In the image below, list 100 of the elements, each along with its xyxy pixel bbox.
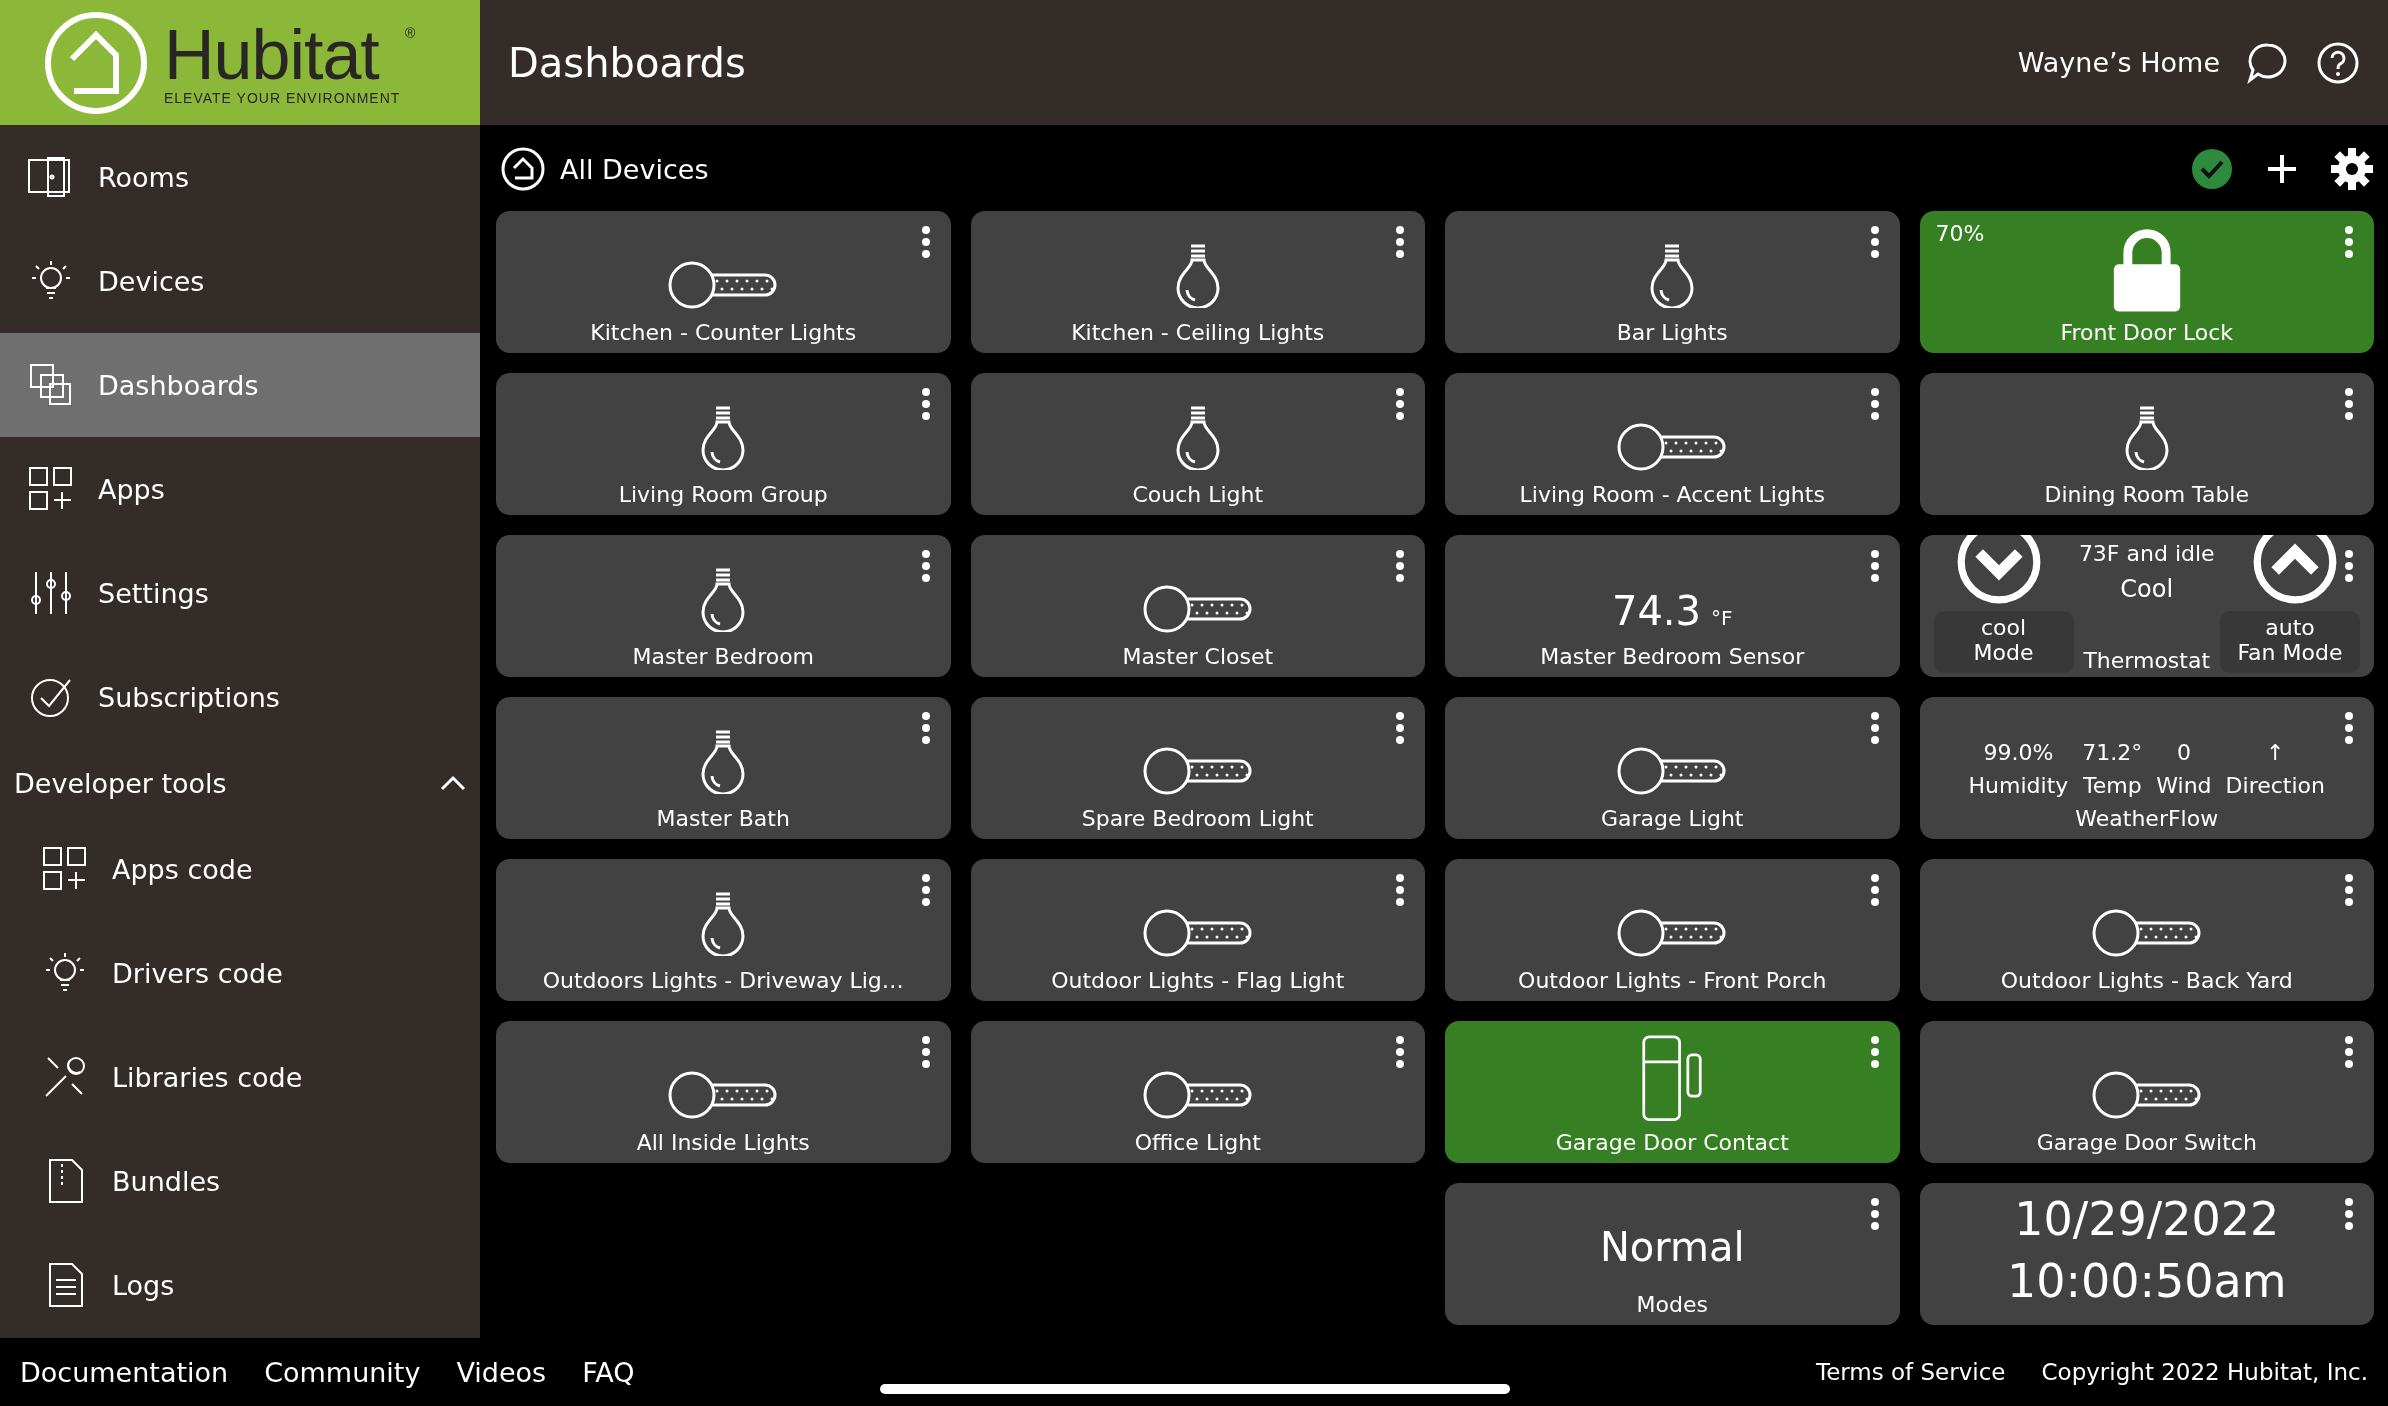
device-tile[interactable]: Garage Door Switch	[1919, 1021, 2374, 1163]
device-tile[interactable]: Spare Bedroom Light	[970, 697, 1425, 839]
time-text: 10:00:50am	[2006, 1254, 2287, 1308]
device-tile[interactable]: Garage Light	[1445, 697, 1900, 839]
tile-label: Office Light	[1134, 1130, 1261, 1155]
reading-value: 0	[2176, 740, 2191, 765]
nav-item[interactable]: Libraries code	[0, 1025, 480, 1129]
device-tile[interactable]: 73F and idle Cool cool Mode Thermostat auto Fan Mode	[1919, 535, 2374, 677]
reading-label: Direction	[2225, 773, 2325, 798]
toggle-icon	[2090, 908, 2203, 958]
nav-item[interactable]: Logs	[0, 1233, 480, 1337]
toggle-icon	[2090, 1070, 2203, 1120]
device-tile[interactable]: 74.3 °F Master Bedroom Sensor	[1445, 535, 1900, 677]
device-tile[interactable]: Living Room - Accent Lights	[1445, 373, 1900, 515]
battery-level: 70%	[1935, 221, 1985, 246]
device-tile[interactable]: Master Bath	[496, 697, 951, 839]
more-icon[interactable]	[1869, 1197, 1880, 1231]
nav-item[interactable]: Settings	[0, 541, 480, 645]
settings-icon[interactable]	[2330, 147, 2374, 191]
copyright-text: Copyright 2022 Hubitat, Inc.	[2041, 1359, 2368, 1385]
nav-item[interactable]: Devices	[0, 229, 480, 333]
device-tile[interactable]: 99.0% Humidity 71.2° Temp 0 Wind ↑ Direction WeatherFlow	[1919, 697, 2374, 839]
more-icon[interactable]	[2344, 549, 2354, 583]
device-tile[interactable]: Garage Door Contact	[1445, 1021, 1900, 1163]
more-icon[interactable]	[1395, 549, 1405, 583]
more-icon[interactable]	[2344, 1035, 2354, 1069]
more-icon[interactable]	[1395, 1035, 1405, 1069]
device-tile[interactable]: Outdoor Lights - Flag Light	[970, 859, 1425, 1001]
toggle-icon	[1141, 1070, 1254, 1120]
device-tile[interactable]: Outdoors Lights - Driveway Lig…	[496, 859, 951, 1001]
more-icon[interactable]	[920, 873, 931, 907]
more-icon[interactable]	[2344, 711, 2354, 745]
tile-label: Outdoor Lights - Back Yard	[2000, 968, 2293, 993]
tile-label: Master Bedroom	[632, 644, 815, 669]
device-tile[interactable]: Living Room Group	[496, 373, 951, 515]
mode-button[interactable]: auto Fan Mode	[2220, 611, 2360, 673]
more-icon[interactable]	[1869, 1035, 1880, 1069]
reading-value: 71.2°	[2082, 740, 2143, 765]
bulb-icon	[700, 890, 747, 956]
home-icon	[500, 146, 546, 192]
nav-item[interactable]: Apps	[0, 437, 480, 541]
more-icon[interactable]	[920, 387, 931, 421]
more-icon[interactable]	[2344, 1197, 2354, 1231]
more-icon[interactable]	[1869, 549, 1880, 583]
logo-tagline: ELEVATE YOUR ENVIRONMENT	[164, 89, 401, 106]
more-icon[interactable]	[1869, 387, 1880, 421]
more-icon[interactable]	[2344, 387, 2354, 421]
device-tile[interactable]: Dining Room Table	[1919, 373, 2374, 515]
device-tile[interactable]: Outdoor Lights - Back Yard	[1919, 859, 2374, 1001]
device-tile[interactable]: 10/29/2022 10:00:50am	[1919, 1183, 2374, 1325]
nav-item[interactable]: Apps code	[0, 817, 480, 921]
more-icon[interactable]	[1395, 225, 1405, 259]
device-tile[interactable]: 70% Front Door Lock	[1919, 211, 2374, 353]
more-icon[interactable]	[920, 225, 931, 259]
more-icon[interactable]	[920, 549, 931, 583]
device-tile[interactable]: Master Bedroom	[496, 535, 951, 677]
mode-button[interactable]: cool Mode	[1933, 611, 2074, 673]
nav-item[interactable]: Dashboards	[0, 333, 480, 437]
more-icon[interactable]	[920, 711, 931, 745]
tile-label: Living Room - Accent Lights	[1519, 482, 1825, 507]
bulb-icon	[700, 404, 747, 470]
device-tile[interactable]: Bar Lights	[1445, 211, 1900, 353]
more-icon[interactable]	[1395, 711, 1405, 745]
footer-link[interactable]: Documentation	[20, 1356, 229, 1388]
footer-link[interactable]: Videos	[456, 1356, 547, 1388]
status-ok-icon	[2190, 147, 2234, 191]
more-icon[interactable]	[2344, 873, 2354, 907]
nav-item[interactable]: Subscriptions	[0, 645, 480, 749]
more-icon[interactable]	[1395, 873, 1405, 907]
device-tile[interactable]: Office Light	[970, 1021, 1425, 1163]
more-icon[interactable]	[1395, 387, 1405, 421]
footer-link[interactable]: Community	[264, 1356, 421, 1388]
device-tile[interactable]: Couch Light	[970, 373, 1425, 515]
footer-link[interactable]: FAQ	[582, 1356, 635, 1388]
device-tile[interactable]: Outdoor Lights - Front Porch	[1445, 859, 1900, 1001]
section-header[interactable]: Developer tools	[0, 749, 480, 817]
device-tile[interactable]: All Inside Lights	[496, 1021, 951, 1163]
more-icon[interactable]	[2344, 225, 2354, 259]
nav-item[interactable]: Rooms	[0, 125, 480, 229]
nav-item[interactable]: Drivers code	[0, 921, 480, 1025]
registered-mark: ®	[405, 25, 415, 40]
footer-link[interactable]: Terms of Service	[1816, 1359, 2006, 1385]
more-icon[interactable]	[1869, 711, 1880, 745]
device-tile[interactable]: Master Closet	[970, 535, 1425, 677]
more-icon[interactable]	[920, 1035, 931, 1069]
device-tile[interactable]: Normal Modes	[1445, 1183, 1900, 1325]
device-tile[interactable]: Kitchen - Ceiling Lights	[970, 211, 1425, 353]
reading-label: Wind	[2156, 773, 2212, 798]
temperature-value: 74.3	[1611, 588, 1701, 634]
help-icon[interactable]	[2316, 40, 2360, 85]
reading-value: ↑	[2266, 740, 2285, 765]
tile-label: All Inside Lights	[636, 1130, 810, 1155]
more-icon[interactable]	[1869, 225, 1880, 259]
tile-label: Kitchen - Counter Lights	[590, 320, 857, 345]
more-icon[interactable]	[1869, 873, 1880, 907]
view-title: All Devices	[560, 153, 710, 185]
toggle-icon	[1141, 584, 1254, 634]
nav-item[interactable]: Bundles	[0, 1129, 480, 1233]
toggle-icon	[1141, 908, 1254, 958]
device-tile[interactable]: Kitchen - Counter Lights	[496, 211, 951, 353]
